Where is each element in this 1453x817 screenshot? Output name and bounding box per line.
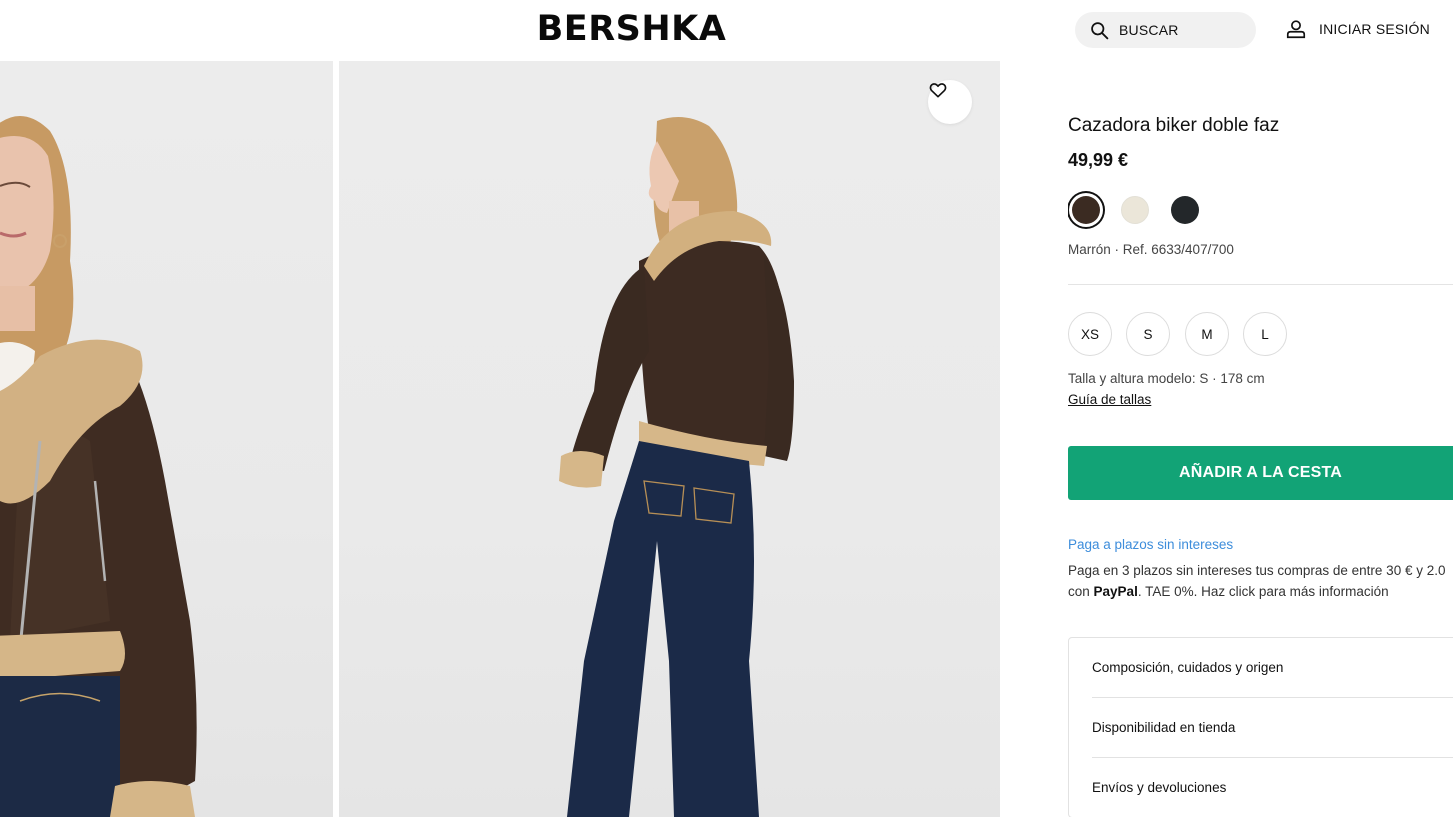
favorite-button[interactable] bbox=[928, 80, 972, 124]
accordion-label: Disponibilidad en tienda bbox=[1092, 720, 1236, 735]
installments-line-2-suffix: . TAE 0%. Haz click para más información bbox=[1137, 584, 1389, 599]
size-option-s[interactable]: S bbox=[1126, 312, 1170, 356]
color-swatch-cream[interactable] bbox=[1121, 196, 1149, 224]
size-option-l[interactable]: L bbox=[1243, 312, 1287, 356]
accordion-store-availability[interactable]: Disponibilidad en tienda bbox=[1092, 697, 1453, 757]
installments-link[interactable]: Paga a plazos sin intereses bbox=[1068, 537, 1233, 552]
product-photo-front[interactable] bbox=[0, 61, 333, 817]
model-front-illustration bbox=[0, 116, 197, 817]
paypal-brand: PayPal bbox=[1093, 584, 1138, 599]
bershka-logo[interactable]: BERSHKA bbox=[0, 9, 1263, 49]
divider bbox=[1068, 284, 1453, 285]
installments-line-2-prefix: con bbox=[1068, 584, 1094, 599]
color-swatch-brown[interactable] bbox=[1072, 196, 1100, 224]
search-icon bbox=[1091, 21, 1109, 39]
login-button[interactable]: INICIAR SESIÓN bbox=[1285, 17, 1430, 41]
accordion-label: Envíos y devoluciones bbox=[1092, 780, 1227, 795]
size-guide-link[interactable]: Guía de tallas bbox=[1068, 392, 1151, 407]
installments-info[interactable]: Paga en 3 plazos sin intereses tus compr… bbox=[1068, 560, 1453, 602]
product-title: Cazadora biker doble faz bbox=[1068, 115, 1280, 136]
user-icon bbox=[1286, 20, 1306, 39]
product-price: 49,99 € bbox=[1068, 150, 1129, 170]
accordion-shipping-returns[interactable]: Envíos y devoluciones bbox=[1092, 757, 1453, 817]
accordion-composition[interactable]: Composición, cuidados y origen bbox=[1092, 638, 1453, 697]
product-photo-back[interactable] bbox=[339, 61, 1000, 817]
model-back-illustration bbox=[559, 117, 794, 817]
installments-line-1: Paga en 3 plazos sin intereses tus compr… bbox=[1068, 563, 1446, 578]
model-size-info: Talla y altura modelo: S · 178 cm bbox=[1068, 371, 1265, 386]
size-option-xs[interactable]: XS bbox=[1068, 312, 1112, 356]
login-label: INICIAR SESIÓN bbox=[1319, 21, 1430, 37]
header: BERSHKA BUSCAR INICIAR SESIÓN bbox=[0, 0, 1453, 61]
heart-icon bbox=[929, 83, 947, 98]
search-box[interactable]: BUSCAR bbox=[1075, 12, 1256, 48]
accordion-label: Composición, cuidados y origen bbox=[1092, 660, 1284, 675]
color-reference: Marrón · Ref. 6633/407/700 bbox=[1068, 242, 1234, 257]
installments-line-2: con PayPal. TAE 0%. Haz click para más i… bbox=[1068, 581, 1453, 602]
info-accordion: Composición, cuidados y origen Disponibi… bbox=[1068, 637, 1453, 817]
color-swatch-black[interactable] bbox=[1171, 196, 1199, 224]
search-label: BUSCAR bbox=[1119, 22, 1179, 38]
add-to-cart-button[interactable]: AÑADIR A LA CESTA bbox=[1068, 446, 1453, 500]
product-details: Cazadora biker doble faz 49,99 € Marrón … bbox=[1068, 61, 1453, 817]
size-option-m[interactable]: M bbox=[1185, 312, 1229, 356]
